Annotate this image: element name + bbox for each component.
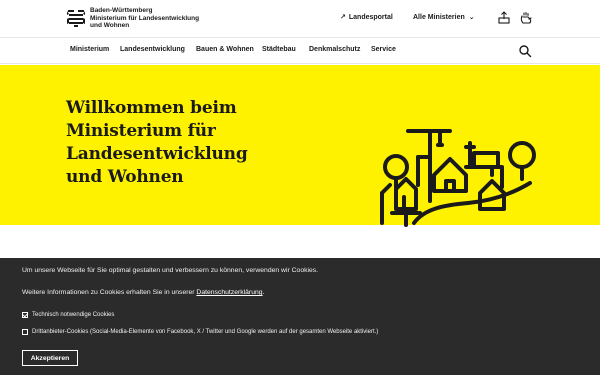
nav-item-service[interactable]: Service bbox=[371, 46, 396, 53]
nav-item-denkmalschutz[interactable]: Denkmalschutz bbox=[309, 46, 360, 53]
cookie-option-third-party[interactable]: Drittanbieter-Cookies (Social-Media-Elem… bbox=[22, 329, 378, 335]
chevron-down-icon: ⌄ bbox=[468, 14, 475, 21]
sign-language-icon[interactable] bbox=[519, 11, 533, 25]
cookie-info-suffix: . bbox=[262, 289, 265, 296]
technical-cookies-checkbox[interactable] bbox=[22, 312, 28, 318]
coat-of-arms-icon bbox=[66, 7, 86, 28]
nav-item-ministerium[interactable]: Ministerium bbox=[70, 46, 109, 53]
logo-line-2: Ministerium für Landesentwicklung bbox=[90, 14, 200, 22]
hero-title-line-4: und Wohnen bbox=[66, 167, 184, 187]
main-navigation: Ministerium Landesentwicklung Bauen & Wo… bbox=[0, 37, 600, 64]
logo-line-1: Baden-Württemberg bbox=[90, 7, 153, 14]
nav-item-staedtebau[interactable]: Städtebau bbox=[262, 46, 296, 53]
third-party-cookies-checkbox[interactable] bbox=[22, 329, 28, 335]
landesportal-link[interactable]: ↗ Landesportal bbox=[340, 13, 393, 22]
third-party-cookies-label: Drittanbieter-Cookies (Social-Media-Elem… bbox=[32, 329, 379, 335]
nav-item-landesentwicklung[interactable]: Landesentwicklung bbox=[120, 46, 185, 53]
cookie-info-text: Weitere Informationen zu Cookies erhalte… bbox=[22, 289, 264, 296]
external-arrow-icon: ↗ bbox=[340, 14, 346, 21]
search-icon[interactable] bbox=[518, 44, 532, 58]
landesportal-label: Landesportal bbox=[348, 13, 393, 21]
cookie-intro-text: Um unsere Webseite für Sie optimal gesta… bbox=[22, 267, 319, 274]
hero-title-line-2: Ministerium für bbox=[66, 121, 216, 141]
hero-banner: Willkommen beim Ministerium für Landesen… bbox=[0, 65, 600, 227]
cookie-banner: Um unsere Webseite für Sie optimal gesta… bbox=[0, 258, 600, 375]
top-bar: Baden-Württemberg Ministerium für Landes… bbox=[0, 0, 600, 37]
share-icon[interactable] bbox=[497, 11, 511, 25]
privacy-policy-link[interactable]: Datenschutzerklärung bbox=[196, 289, 262, 296]
cookie-info-prefix: Weitere Informationen zu Cookies erhalte… bbox=[22, 289, 197, 296]
logo-text: Baden-Württemberg Ministerium für Landes… bbox=[90, 7, 199, 30]
technical-cookies-label: Technisch notwendige Cookies bbox=[32, 312, 115, 318]
hero-title-line-3: Landesentwicklung bbox=[66, 144, 248, 164]
accept-button[interactable]: Akzeptieren bbox=[22, 350, 78, 366]
nav-item-bauen-wohnen[interactable]: Bauen & Wohnen bbox=[196, 46, 254, 53]
hero-title-line-1: Willkommen beim bbox=[66, 98, 237, 118]
cookie-option-technical[interactable]: Technisch notwendige Cookies bbox=[22, 312, 114, 318]
city-illustration-icon bbox=[380, 129, 536, 227]
alle-ministerien-label: Alle Ministerien bbox=[413, 13, 465, 21]
hero-title: Willkommen beim Ministerium für Landesen… bbox=[66, 97, 296, 189]
site-logo[interactable]: Baden-Württemberg Ministerium für Landes… bbox=[66, 7, 199, 30]
logo-line-3: und Wohnen bbox=[90, 22, 130, 30]
alle-ministerien-dropdown[interactable]: Alle Ministerien ⌄ bbox=[413, 13, 475, 22]
